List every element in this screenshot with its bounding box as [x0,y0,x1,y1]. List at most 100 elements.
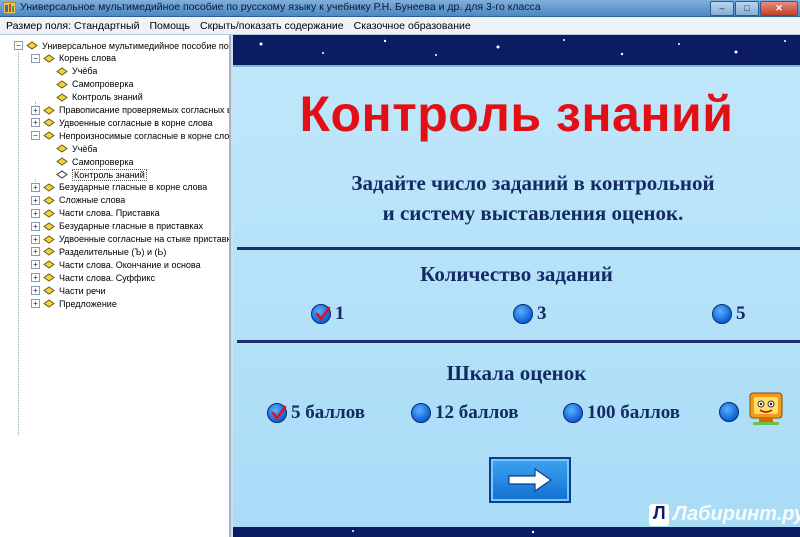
tree-item-label: Части слова. Приставка [59,208,160,219]
expand-toggle-icon[interactable]: + [31,182,40,192]
menu-fairy-education[interactable]: Сказочное образование [354,20,471,32]
tree-item[interactable]: + Безударные гласные в приставках [31,220,203,233]
menu-help[interactable]: Помощь [149,20,190,32]
tree-item-label: Корень слова [59,53,116,64]
tree-item[interactable]: + Разделительные (Ъ) и (Ь) [31,245,166,258]
tasks-option-1[interactable]: 1 [311,303,345,325]
book-diamond-icon [56,157,68,166]
scale-option-smiley[interactable] [719,402,739,422]
radio-button[interactable] [563,403,583,423]
tree-item[interactable]: − Корень слова [31,52,116,65]
tree-item[interactable]: Контроль знаний [56,91,143,104]
tree-item[interactable]: Контроль знаний [56,168,147,181]
expand-toggle-icon[interactable]: − [14,41,23,50]
book-diamond-icon [43,234,55,244]
book-diamond-icon [43,54,55,63]
app-icon [3,2,16,14]
tree-item-label: Удвоенные согласные в корне слова [59,117,213,128]
tree-item[interactable]: + Части слова. Приставка [31,207,160,220]
expand-toggle-icon[interactable]: − [31,53,40,63]
tree-item-label: Контроль знаний [72,92,143,103]
tree-item[interactable]: + Предложение [31,297,117,310]
option-label: 3 [537,303,547,324]
tree-item-label: Самопроверка [72,156,134,167]
minimize-button[interactable]: – [710,1,734,16]
checkmark-icon [271,405,287,421]
expand-toggle-icon[interactable]: + [31,195,40,205]
tree-item-label: Части слова. Суффикс [59,272,155,283]
instructions: Задайте число заданий в контрольной и си… [293,168,773,228]
book-diamond-icon [43,196,55,205]
expand-toggle-icon[interactable]: + [31,105,40,115]
tree-item[interactable]: + Части слова. Суффикс [31,271,155,284]
divider [237,340,800,343]
right-arrow-icon [508,468,553,492]
watermark-logo-letter: Л [653,503,666,523]
tree-item[interactable]: Самопроверка [56,78,134,91]
title-bar: Универсальное мультимедийное пособие по … [0,0,800,17]
book-diamond-icon [43,260,55,269]
radio-button[interactable] [267,403,287,423]
tree-item[interactable]: + Удвоенные согласные в корне слова [31,116,213,129]
scale-option-100[interactable]: 100 баллов [563,402,680,424]
tree-item[interactable]: + Удвоенные согласные на стыке приставк [31,233,229,246]
tree-item-label: Универсальное мультимедийное пособие по [42,40,229,51]
tasks-option-5[interactable]: 5 [712,303,746,325]
option-label: 12 баллов [435,402,519,423]
expand-toggle-icon[interactable]: + [31,234,40,244]
page-title: Контроль знаний [299,86,734,142]
expand-toggle-icon[interactable]: + [31,208,40,218]
book-diamond-icon [43,209,55,218]
menu-bar: Размер поля: Стандартный Помощь Скрыть/п… [0,17,800,35]
tree-item[interactable]: Учёба [56,65,97,78]
tree-item-label: Правописание проверяемых согласных в [59,105,231,115]
expand-toggle-icon[interactable]: + [31,118,40,128]
tree-item[interactable]: + Части речи [31,284,106,297]
close-button[interactable]: ✕ [760,1,798,16]
book-diamond-icon [43,131,55,140]
tree-item[interactable]: − Непроизносимые согласные в корне сло [31,129,229,142]
radio-button[interactable] [712,304,732,324]
expand-toggle-icon[interactable]: + [31,247,40,257]
divider [237,247,800,250]
expand-toggle-icon[interactable]: + [31,299,40,308]
expand-toggle-icon[interactable]: + [31,221,40,231]
book-diamond-icon [43,299,55,308]
expand-toggle-icon[interactable]: + [31,260,40,270]
tree-item[interactable]: Самопроверка [56,155,134,168]
expand-toggle-icon[interactable]: + [31,273,40,283]
tree-item[interactable]: Учёба [56,142,97,155]
tree-item[interactable]: + Сложные слова [31,194,125,207]
tree-item-label: Разделительные (Ъ) и (Ь) [59,246,167,257]
book-diamond-icon [43,221,55,231]
tree-item-label: Контроль знаний [72,168,147,181]
book-diamond-icon [43,247,55,257]
book-diamond-icon [56,67,68,76]
scale-title: Шкала оценок [446,361,587,385]
radio-button[interactable] [311,304,331,324]
tasks-option-3[interactable]: 3 [513,303,547,325]
radio-button[interactable] [513,304,533,324]
radio-button[interactable] [411,403,431,423]
tree-item-label: Сложные слова [59,195,126,206]
tasks-title: Количество заданий [420,262,613,286]
tree-item[interactable]: + Правописание проверяемых согласных в [31,104,231,117]
tree-item[interactable]: − Универсальное мультимедийное пособие по [14,39,229,52]
expand-toggle-icon[interactable]: + [31,286,40,296]
menu-toggle-contents[interactable]: Скрыть/показать содержание [200,20,344,32]
instructions-line-2: и систему выставления оценок. [382,201,684,225]
tree-item-label: Безударные гласные в корне слова [59,182,208,193]
tree-item-label: Части слова. Окончание и основа [59,259,201,270]
next-button[interactable] [489,457,571,503]
book-diamond-icon [43,118,55,128]
tree-item-label: Самопроверка [72,79,134,90]
scale-option-12[interactable]: 12 баллов [411,402,519,424]
menu-field-size[interactable]: Размер поля: Стандартный [6,20,139,32]
book-diamond-icon [56,80,68,89]
scale-option-5[interactable]: 5 баллов [267,402,365,424]
maximize-button[interactable]: □ [735,1,759,16]
radio-button[interactable] [719,402,739,422]
expand-toggle-icon[interactable]: − [31,131,40,141]
tree-item[interactable]: + Части слова. Окончание и основа [31,258,201,271]
tree-item[interactable]: + Безударные гласные в корне слова [31,181,207,194]
